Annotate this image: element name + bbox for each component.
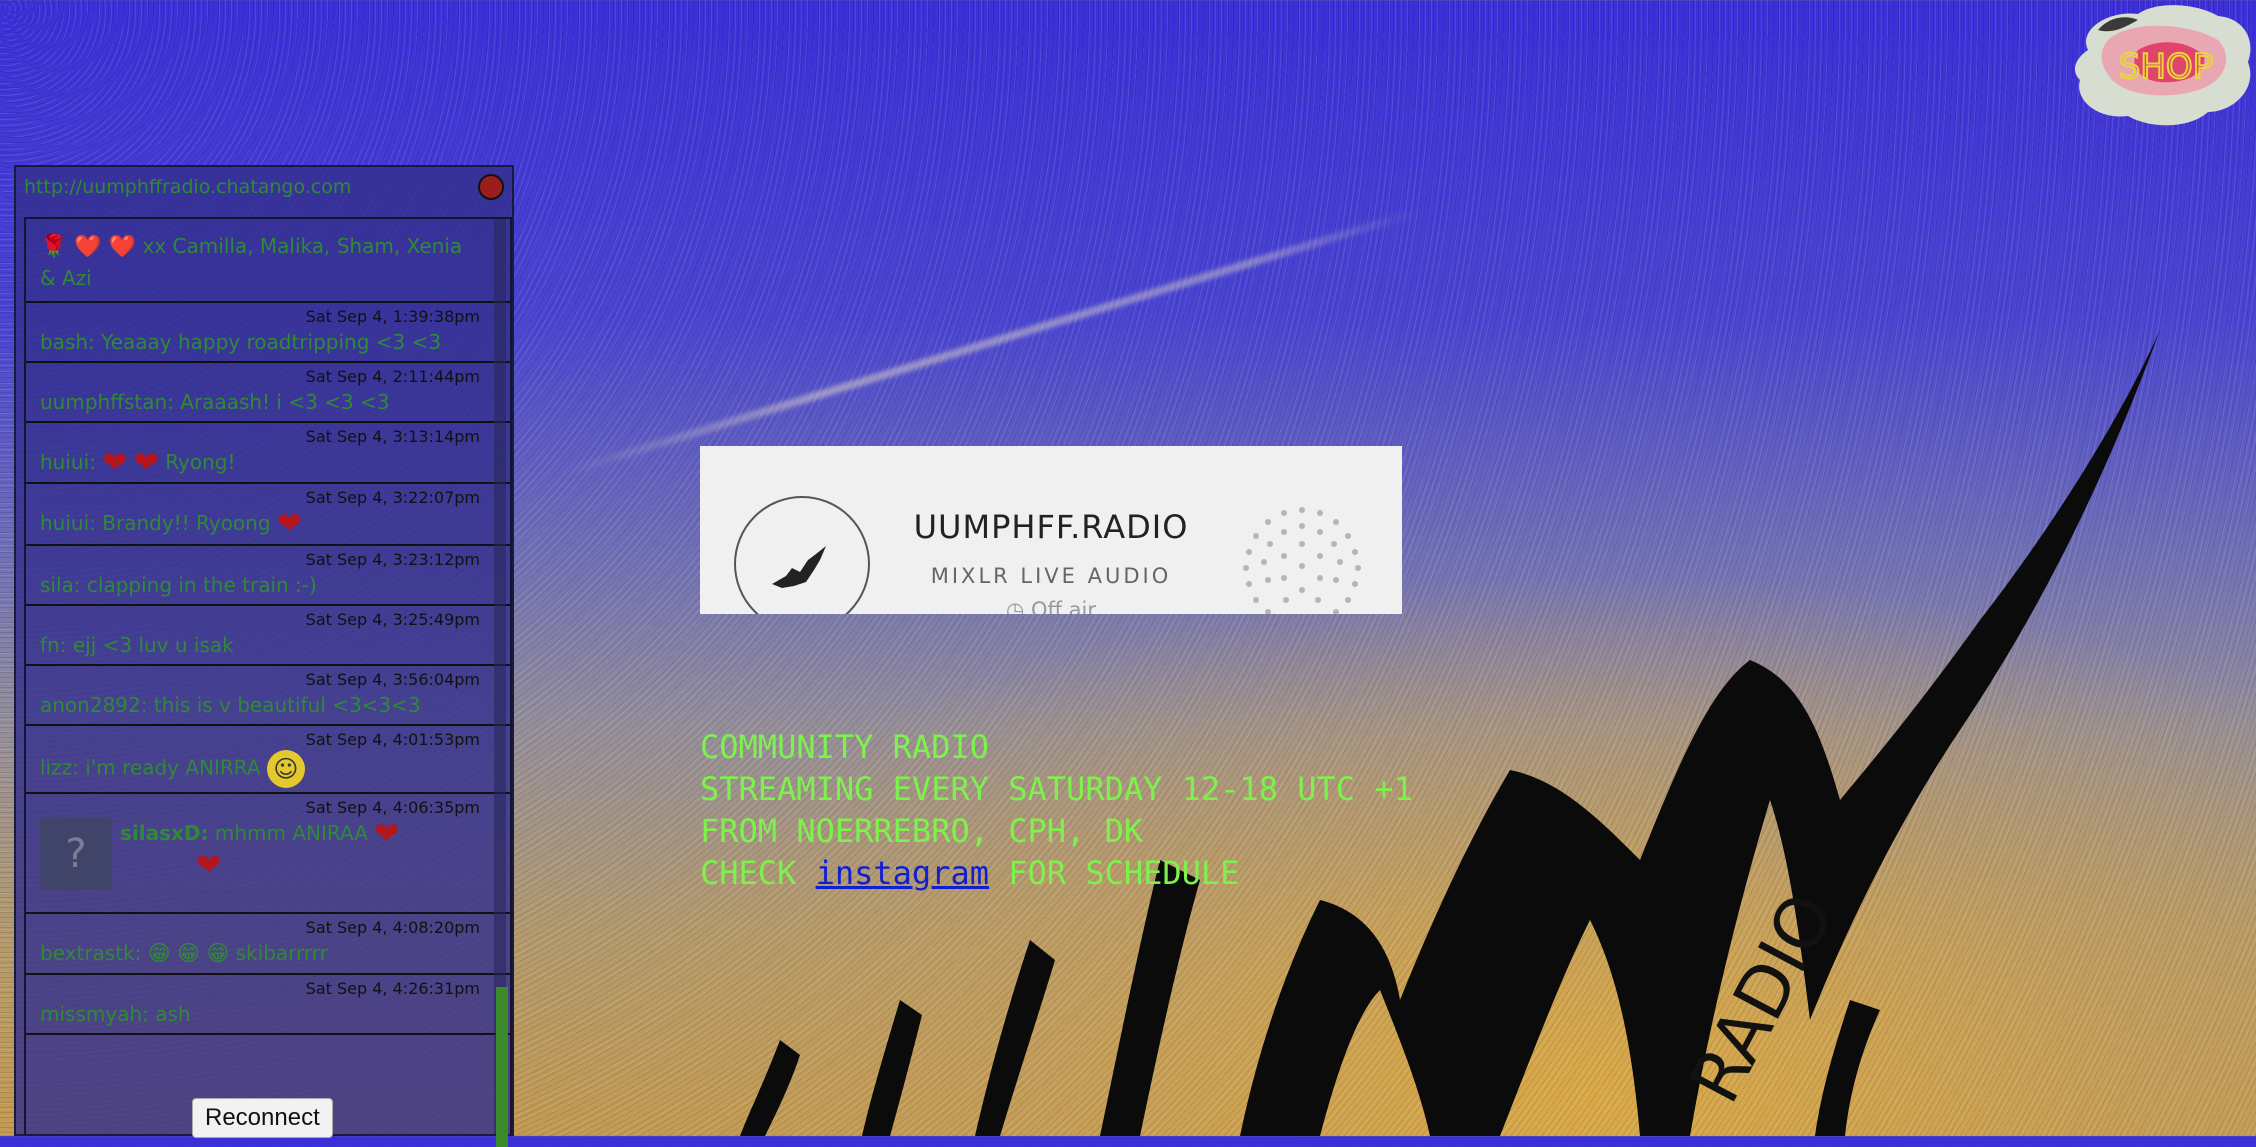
grinning-face-icon: 😁 (206, 941, 230, 966)
chat-close-button[interactable] (478, 174, 504, 200)
chat-message: 🌹 ❤️ ❤️ xx Camilla, Malika, Sham, Xenia … (26, 219, 510, 303)
chat-username[interactable]: silasxD: (120, 821, 209, 845)
chat-message-text: Brandy!! Ryoong (102, 511, 271, 535)
rose-heart-emoji-icon: 🌹 ❤️ ❤️ (40, 234, 137, 260)
winking-face-icon: ☺ (266, 749, 305, 788)
uumphff-brush-logo: RADIO (740, 330, 2160, 1136)
chat-message: Sat Sep 4, 4:08:20pm bextrastk: 😁 😁 😁 sk… (26, 914, 510, 975)
chat-username[interactable]: sila: (40, 573, 81, 597)
instagram-link[interactable]: instagram (816, 854, 989, 892)
chat-message: Sat Sep 4, 3:23:12pm sila: clapping in t… (26, 546, 510, 606)
chat-username[interactable]: uumphffstan: (40, 390, 174, 414)
chat-message-list[interactable]: 🌹 ❤️ ❤️ xx Camilla, Malika, Sham, Xenia … (24, 217, 512, 1134)
chat-username[interactable]: fn: (40, 633, 66, 657)
broken-heart-icon: ❤ (276, 506, 303, 542)
chat-message: Sat Sep 4, 3:22:07pm huiui: Brandy!! Ryo… (26, 484, 510, 546)
player-status-text: Off air (1031, 598, 1097, 614)
chat-timestamp: Sat Sep 4, 3:25:49pm (305, 609, 480, 629)
chat-widget: http://uumphffradio.chatango.com 🌹 ❤️ ❤️… (14, 165, 514, 1147)
chat-message: Sat Sep 4, 1:39:38pm bash: Yeaaay happy … (26, 303, 510, 363)
chat-timestamp: Sat Sep 4, 3:23:12pm (305, 549, 480, 569)
chat-username[interactable]: huiui: (40, 511, 96, 535)
station-info: COMMUNITY RADIO STREAMING EVERY SATURDAY… (700, 726, 1413, 894)
chat-timestamp: Sat Sep 4, 4:08:20pm (305, 917, 480, 937)
chat-timestamp: Sat Sep 4, 1:39:38pm (305, 306, 480, 326)
chat-message: Sat Sep 4, 3:25:49pm fn: ejj <3 luv u is… (26, 606, 510, 666)
chat-message-text: Araaash! i <3 <3 <3 (180, 389, 390, 414)
chat-message-text: i'm ready ANIRRA (85, 755, 261, 779)
chat-message: Sat Sep 4, 4:26:31pm missmyah: ash (26, 975, 510, 1035)
chat-url-link[interactable]: http://uumphffradio.chatango.com (24, 176, 351, 198)
chat-timestamp: Sat Sep 4, 3:56:04pm (305, 669, 480, 689)
heart-icon: ❤ (133, 445, 159, 480)
chat-username[interactable]: anon2892: (40, 693, 147, 717)
info-line-community: COMMUNITY RADIO (700, 728, 989, 766)
info-schedule-suffix: FOR SCHEDULE (1008, 854, 1240, 892)
svg-text:SHOP: SHOP (2119, 47, 2213, 87)
chat-message: Sat Sep 4, 3:13:14pm huiui: ❤ ❤ Ryong! (26, 423, 510, 484)
chat-message-text: mhmm ANIRAA (214, 820, 368, 845)
shop-sticker-icon[interactable]: SHOP (2068, 0, 2256, 130)
chat-username[interactable]: lizz: (40, 755, 79, 779)
chat-username[interactable]: bextrastk: (40, 941, 141, 965)
chat-message: Sat Sep 4, 4:06:35pm ? silasxD: mhmm ANI… (26, 794, 510, 914)
chat-timestamp: Sat Sep 4, 2:11:44pm (305, 366, 480, 386)
chat-timestamp: Sat Sep 4, 4:01:53pm (305, 729, 480, 749)
play-button-dots-icon[interactable] (1240, 504, 1364, 614)
chat-message: Sat Sep 4, 3:56:04pm anon2892: this is v… (26, 666, 510, 726)
chat-username[interactable]: missmyah: (40, 1002, 149, 1026)
chat-timestamp: Sat Sep 4, 4:06:35pm (305, 797, 480, 817)
info-line-schedule: STREAMING EVERY SATURDAY 12-18 UTC +1 (700, 770, 1413, 808)
mixlr-player: UUMPHFF.RADIO MIXLR LIVE AUDIO ◷ Off air (700, 446, 1402, 614)
chat-timestamp: Sat Sep 4, 4:26:31pm (305, 979, 480, 998)
chat-username[interactable]: bash: (40, 330, 95, 354)
chat-timestamp: Sat Sep 4, 3:22:07pm (305, 488, 480, 507)
info-line-location: FROM NOERREBRO, CPH, DK (700, 812, 1144, 850)
chat-message: Sat Sep 4, 4:01:53pm lizz: i'm ready ANI… (26, 726, 510, 794)
chat-message-text: clapping in the train :-) (86, 572, 317, 597)
info-line-instagram: CHECK instagram FOR SCHEDULE (700, 852, 1413, 894)
chat-message-text: ejj <3 luv u isak (72, 632, 234, 657)
grinning-face-icon: 😁 (147, 941, 171, 966)
heart-icon: ❤ (196, 847, 222, 883)
clock-icon: ◷ (1005, 598, 1025, 614)
chat-message-text: skibarrrrr (235, 940, 328, 965)
chat-message-text: ash (155, 1002, 191, 1026)
heart-icon: ❤ (102, 445, 128, 480)
chat-header: http://uumphffradio.chatango.com (16, 167, 512, 207)
chat-username[interactable]: huiui: (40, 450, 96, 474)
heart-icon: ❤ (374, 816, 400, 851)
chat-message-text: this is v beautiful <3<3<3 (153, 692, 421, 717)
info-check-prefix: CHECK (700, 854, 797, 892)
chat-message: Sat Sep 4, 2:11:44pm uumphffstan: Araaas… (26, 363, 510, 423)
reconnect-button[interactable]: Reconnect (192, 1098, 333, 1138)
avatar[interactable]: ? (40, 817, 112, 890)
chat-timestamp: Sat Sep 4, 3:13:14pm (305, 426, 480, 446)
chat-message-text: Ryong! (165, 449, 236, 474)
chat-scrollbar-thumb[interactable] (496, 987, 508, 1147)
grinning-face-icon: 😁 (177, 941, 200, 966)
chat-message-text: Yeaaay happy roadtripping <3 <3 (101, 329, 442, 354)
